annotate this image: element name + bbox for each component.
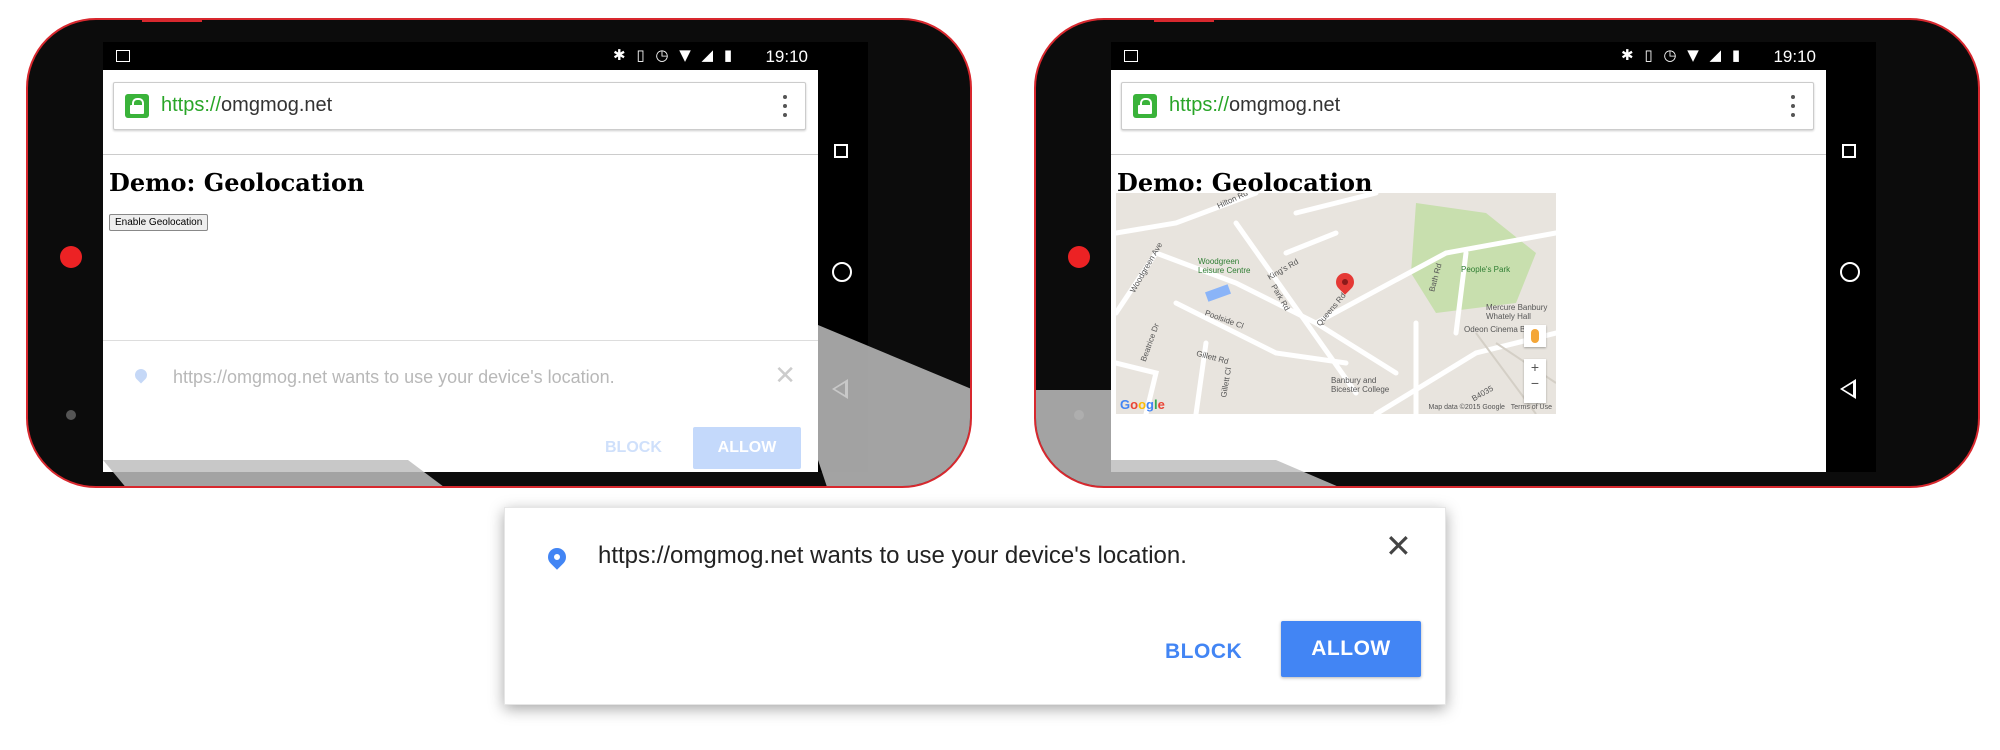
back-icon[interactable] xyxy=(1840,379,1856,399)
close-icon[interactable]: ✕ xyxy=(774,361,796,391)
camera xyxy=(60,246,82,268)
status-time: 19:10 xyxy=(765,47,808,66)
recents-icon[interactable] xyxy=(834,144,848,158)
url-bar[interactable]: https://omgmog.net xyxy=(113,82,806,130)
lock-icon[interactable] xyxy=(125,94,149,118)
android-nav-bar xyxy=(818,42,868,472)
location-pin-icon xyxy=(544,544,570,570)
urlbar-divider xyxy=(1111,154,1826,155)
status-bar: ✱ ▯ ◷ ▼ ◢ ▮ 19:10 xyxy=(1111,42,1826,70)
right-screen: ✱ ▯ ◷ ▼ ◢ ▮ 19:10 https://omgmog.net Dem… xyxy=(1111,42,1826,472)
permission-prompt-callout: https://omgmog.net wants to use your dev… xyxy=(504,507,1446,705)
url-bar[interactable]: https://omgmog.net xyxy=(1121,82,1814,130)
terms-link[interactable]: Terms of Use xyxy=(1511,404,1552,411)
android-nav-bar xyxy=(1826,42,1876,472)
google-map[interactable]: Hilton Rd Woodgreen Ave Woodgreen Leisur… xyxy=(1116,193,1556,414)
sensor xyxy=(66,410,76,420)
left-phone: ✱ ▯ ◷ ▼ ◢ ▮ 19:10 https://omgmog.net Dem… xyxy=(26,18,972,488)
map-label: People's Park xyxy=(1461,265,1511,274)
close-icon[interactable]: ✕ xyxy=(1385,530,1412,562)
url-scheme: https:// xyxy=(161,94,222,116)
sensor xyxy=(1074,410,1084,420)
map-label: Banbury and Bicester College xyxy=(1331,376,1390,394)
street-view-pegman-icon[interactable] xyxy=(1524,325,1546,347)
page-title: Demo: Geolocation xyxy=(109,168,365,197)
image-notification-icon xyxy=(1124,50,1138,62)
recents-icon[interactable] xyxy=(1842,144,1856,158)
system-status-icons: ✱ ▯ ◷ ▼ ◢ ▮ xyxy=(1621,46,1744,64)
menu-kebab-icon[interactable] xyxy=(783,95,787,117)
status-bar: ✱ ▯ ◷ ▼ ◢ ▮ 19:10 xyxy=(103,42,818,70)
location-pin-icon xyxy=(132,366,150,384)
map-label: Mercure Banbury Whately Hall xyxy=(1486,303,1548,321)
allow-button[interactable]: ALLOW xyxy=(1281,621,1421,677)
camera xyxy=(1068,246,1090,268)
allow-button[interactable]: ALLOW xyxy=(693,427,801,469)
url-scheme: https:// xyxy=(1169,94,1230,116)
back-icon[interactable] xyxy=(832,379,848,399)
map-label: Woodgreen Leisure Centre xyxy=(1198,257,1251,275)
url-host: omgmog.net xyxy=(1229,94,1341,116)
block-button[interactable]: BLOCK xyxy=(605,439,662,457)
location-permission-prompt: https://omgmog.net wants to use your dev… xyxy=(103,340,818,472)
right-phone: ✱ ▯ ◷ ▼ ◢ ▮ 19:10 https://omgmog.net Dem… xyxy=(1034,18,1980,488)
home-icon[interactable] xyxy=(1840,262,1860,282)
url-text[interactable]: https://omgmog.net xyxy=(161,94,332,117)
url-text[interactable]: https://omgmog.net xyxy=(1169,94,1340,117)
menu-kebab-icon[interactable] xyxy=(1791,95,1795,117)
prompt-message: https://omgmog.net wants to use your dev… xyxy=(598,542,1187,569)
power-button xyxy=(142,20,202,22)
url-host: omgmog.net xyxy=(221,94,333,116)
map-label: Odeon Cinema Ba xyxy=(1464,325,1530,334)
zoom-in-button[interactable]: + xyxy=(1524,359,1546,375)
prompt-message: https://omgmog.net wants to use your dev… xyxy=(173,367,615,387)
home-icon[interactable] xyxy=(832,262,852,282)
lock-icon[interactable] xyxy=(1133,94,1157,118)
map-attribution: Map data ©2015 Google Terms of Use xyxy=(1428,404,1552,411)
block-button[interactable]: BLOCK xyxy=(1165,640,1242,664)
enable-geolocation-button[interactable]: Enable Geolocation xyxy=(109,214,209,231)
urlbar-divider xyxy=(103,154,818,155)
image-notification-icon xyxy=(116,50,130,62)
system-status-icons: ✱ ▯ ◷ ▼ ◢ ▮ xyxy=(613,46,736,64)
power-button xyxy=(1154,20,1214,22)
status-time: 19:10 xyxy=(1773,47,1816,66)
google-logo: Google xyxy=(1120,397,1165,412)
left-screen: ✱ ▯ ◷ ▼ ◢ ▮ 19:10 https://omgmog.net Dem… xyxy=(103,42,818,472)
zoom-out-button[interactable]: − xyxy=(1524,375,1546,391)
zoom-control: + − xyxy=(1524,359,1546,403)
